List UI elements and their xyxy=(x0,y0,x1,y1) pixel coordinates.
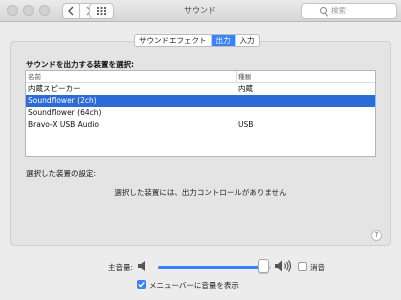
grid-icon xyxy=(97,7,106,15)
tab-bar: サウンドエフェクト 出力 入力 xyxy=(134,34,260,47)
show-volume-in-menubar-checkbox[interactable] xyxy=(137,280,146,289)
device-name: Soundflower (64ch) xyxy=(28,108,102,117)
volume-slider[interactable] xyxy=(158,266,271,269)
volume-slider-fill xyxy=(158,266,264,269)
title-bar: サウンド 検索 xyxy=(0,0,401,22)
table-header: 名前 種類 xyxy=(26,71,375,83)
mute-label: 消音 xyxy=(310,263,325,272)
device-settings-label: 選択した装置の設定: xyxy=(26,169,97,178)
show-all-button[interactable] xyxy=(89,3,114,19)
device-type: 内蔵 xyxy=(238,84,253,93)
tab-input[interactable]: 入力 xyxy=(234,35,259,46)
device-name: 内蔵スピーカー xyxy=(28,84,81,93)
minimize-window-button[interactable] xyxy=(23,5,34,16)
checkmark-icon xyxy=(138,281,145,288)
tab-output[interactable]: 出力 xyxy=(210,35,235,46)
speaker-high-icon xyxy=(275,260,292,272)
table-row[interactable]: Soundflower (64ch) xyxy=(26,107,375,119)
back-button[interactable] xyxy=(62,3,80,19)
select-device-label: サウンドを出力する装置を選択: xyxy=(26,60,134,69)
volume-slider-thumb[interactable] xyxy=(258,259,270,273)
show-volume-in-menubar-label: メニューバーに音量を表示 xyxy=(149,281,239,290)
table-row[interactable]: 内蔵スピーカー 内蔵 xyxy=(26,83,375,95)
output-volume-label: 主音量: xyxy=(108,263,134,272)
device-name: Bravo-X USB Audio xyxy=(28,120,99,129)
tab-sound-effects[interactable]: サウンドエフェクト xyxy=(135,35,211,46)
column-header-name[interactable]: 名前 xyxy=(28,71,41,83)
close-window-button[interactable] xyxy=(7,5,18,16)
search-icon xyxy=(320,7,327,14)
output-device-table[interactable]: 名前 種類 内蔵スピーカー 内蔵 Soundflower (2ch) Sound… xyxy=(25,70,376,157)
no-controls-message: 選択した装置には、出力コントロールがありません xyxy=(114,188,287,197)
window-title: サウンド xyxy=(184,6,216,15)
table-row[interactable]: Bravo-X USB Audio USB xyxy=(26,119,375,131)
search-field[interactable]: 検索 xyxy=(301,3,397,19)
speaker-low-icon xyxy=(138,261,145,271)
device-type: USB xyxy=(238,120,254,129)
chevron-left-icon xyxy=(68,6,74,16)
zoom-window-button[interactable] xyxy=(39,5,50,16)
table-row[interactable]: Soundflower (2ch) xyxy=(26,95,375,107)
device-name: Soundflower (2ch) xyxy=(28,96,97,105)
search-placeholder: 検索 xyxy=(331,6,346,15)
mute-checkbox[interactable] xyxy=(298,262,307,271)
help-button[interactable]: ? xyxy=(371,230,382,241)
column-header-type[interactable]: 種類 xyxy=(236,71,251,83)
